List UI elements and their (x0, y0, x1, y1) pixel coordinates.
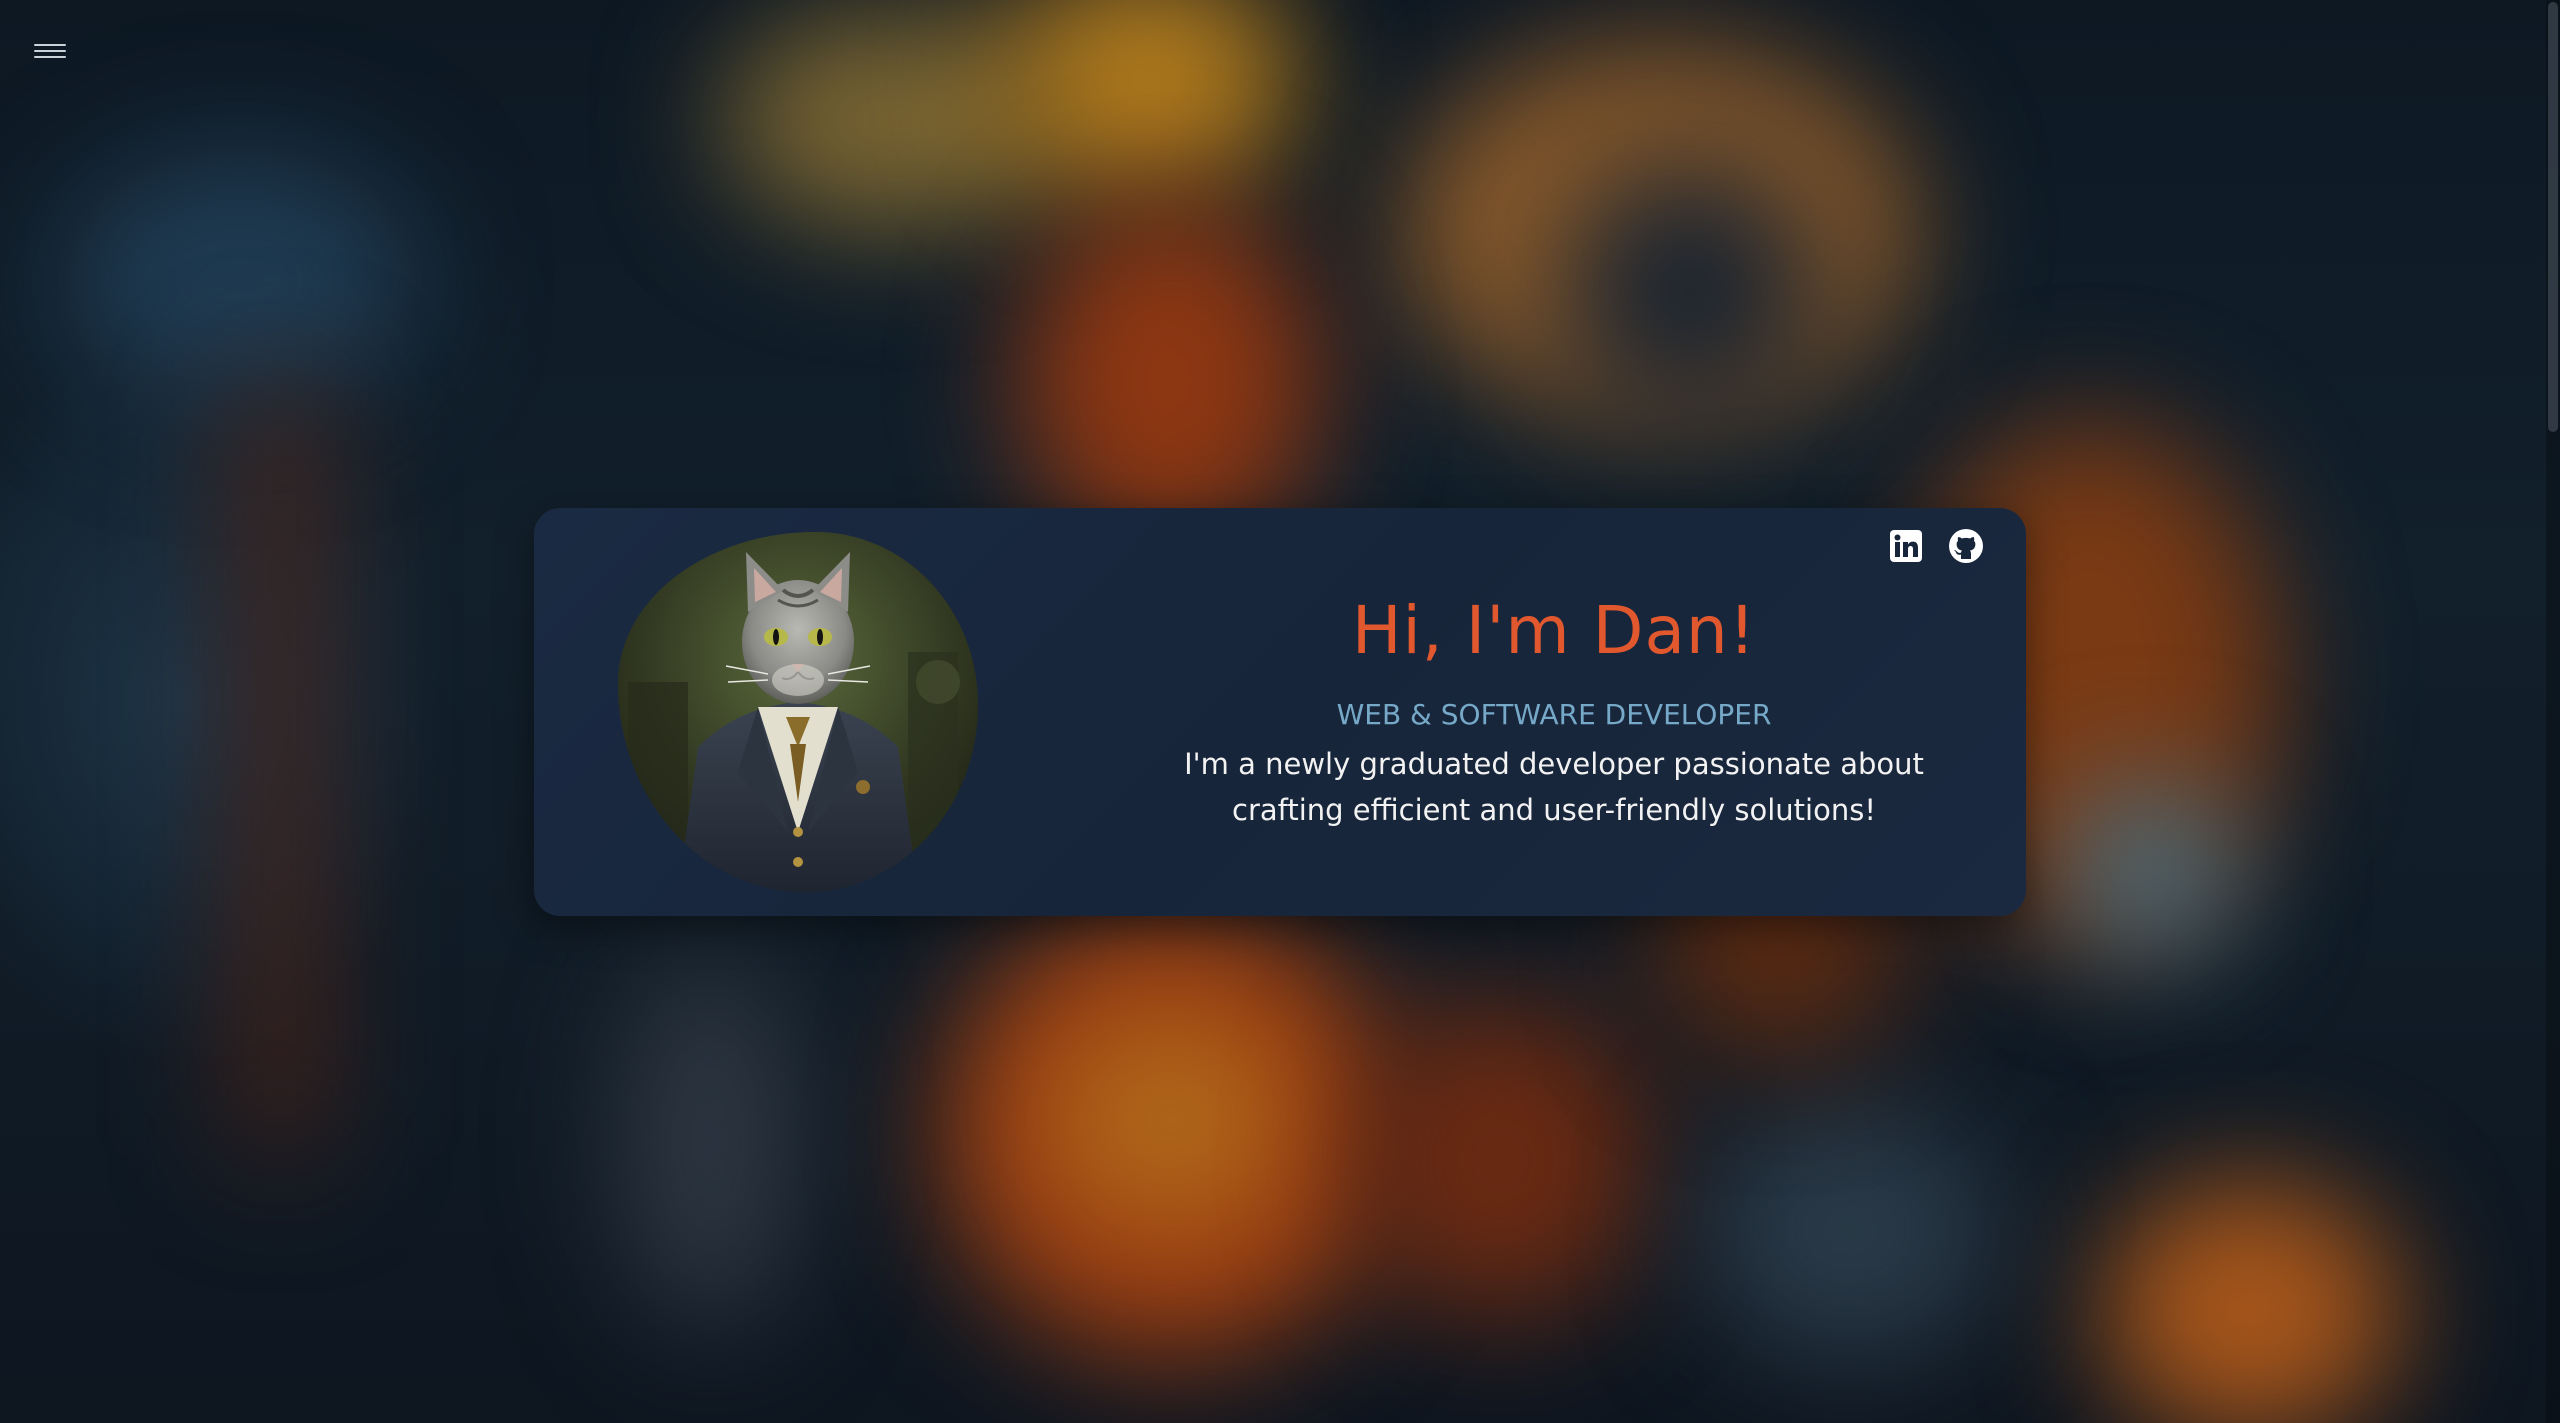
linkedin-icon[interactable] (1888, 528, 1924, 564)
intro-description: I'm a newly graduated developer passiona… (1184, 747, 1924, 827)
hamburger-menu-icon[interactable] (34, 42, 66, 60)
github-icon[interactable] (1948, 528, 1984, 564)
page-title: Hi, I'm Dan! (1351, 592, 1757, 669)
intro-text: Hi, I'm Dan! WEB & SOFTWARE DEVELOPER I'… (1074, 598, 2034, 833)
intro-card: Hi, I'm Dan! WEB & SOFTWARE DEVELOPER I'… (534, 508, 2026, 916)
scrollbar-thumb[interactable] (2548, 2, 2558, 432)
scrollbar[interactable] (2546, 0, 2560, 1423)
page: Hi, I'm Dan! WEB & SOFTWARE DEVELOPER I'… (0, 0, 2560, 1423)
job-title: WEB & SOFTWARE DEVELOPER (1336, 698, 1772, 731)
avatar (618, 532, 978, 892)
cat-portrait-image (618, 532, 978, 892)
social-links (1888, 528, 1984, 564)
